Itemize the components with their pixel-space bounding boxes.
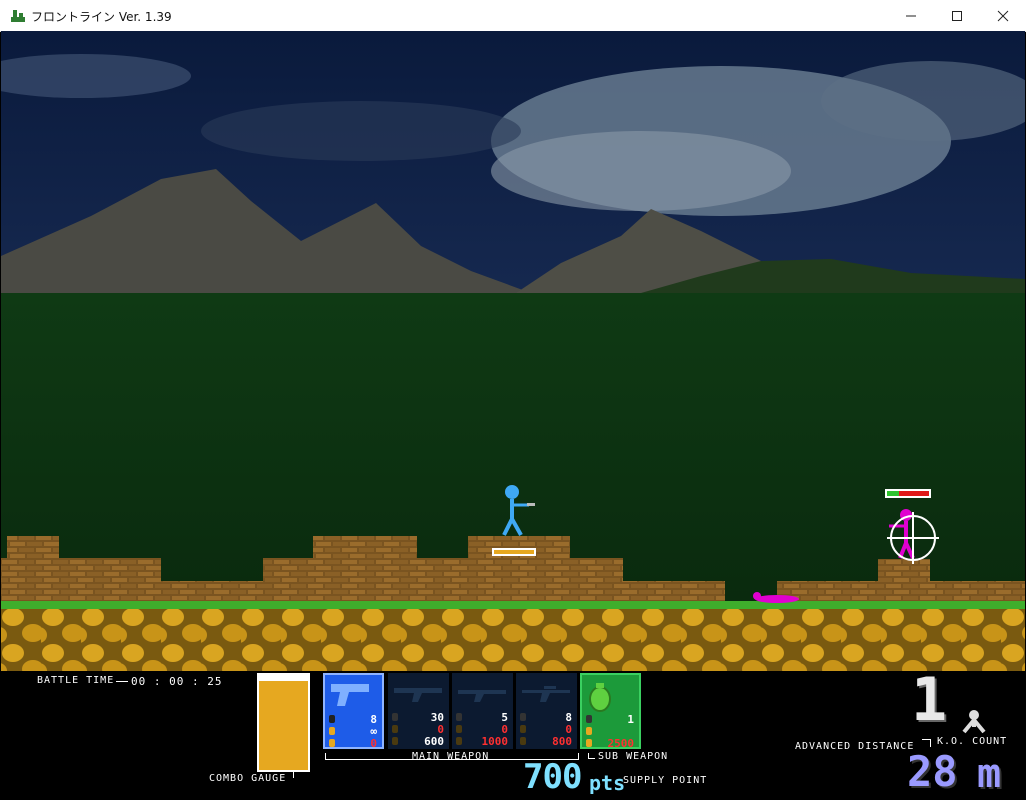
advanced-distance-unit: m bbox=[977, 751, 1002, 797]
grenade-icon bbox=[589, 683, 611, 712]
sniper-icon bbox=[522, 686, 570, 702]
close-button[interactable] bbox=[980, 0, 1026, 31]
combo-gauge-label: COMBO GAUGE bbox=[209, 773, 287, 784]
supply-points-unit: pts bbox=[589, 771, 626, 795]
pistol-icon bbox=[331, 684, 369, 706]
main-weapon-label: MAIN WEAPON bbox=[412, 751, 490, 762]
game-viewport[interactable]: BATTLE TIME 00 : 00 : 25 COMBO GAUGE 8 ∞… bbox=[1, 31, 1025, 799]
advanced-distance-label: ADVANCED DISTANCE bbox=[795, 741, 915, 752]
ko-icon bbox=[962, 710, 986, 734]
hud-panel: BATTLE TIME 00 : 00 : 25 COMBO GAUGE 8 ∞… bbox=[1, 665, 1025, 799]
enemy-health-bar bbox=[885, 489, 931, 498]
window-titlebar: フロントライン Ver. 1.39 bbox=[0, 0, 1026, 32]
ko-count-value: 1 bbox=[911, 665, 948, 735]
supply-point-label: SUPPLY POINT bbox=[623, 775, 708, 786]
battle-time-label: BATTLE TIME bbox=[37, 675, 115, 686]
supply-points-value: 700 bbox=[523, 757, 582, 797]
window-title: フロントライン Ver. 1.39 bbox=[31, 10, 172, 24]
app-icon bbox=[11, 10, 25, 22]
battlefield-scene bbox=[1, 31, 1025, 671]
grass-strip bbox=[1, 601, 1025, 609]
ko-count-label: K.O. COUNT bbox=[937, 736, 1008, 747]
minimize-button[interactable] bbox=[888, 0, 934, 31]
advanced-distance-value: 28 bbox=[907, 747, 958, 796]
main-weapon-slot-sniper[interactable]: 8 0 800 bbox=[516, 673, 577, 749]
rock-ground bbox=[1, 609, 1025, 671]
rifle-icon bbox=[394, 688, 442, 702]
close-icon bbox=[997, 10, 1009, 21]
combo-gauge bbox=[257, 673, 310, 772]
sub-weapon-label: SUB WEAPON bbox=[598, 751, 669, 762]
maximize-button[interactable] bbox=[934, 0, 980, 31]
minimize-icon bbox=[906, 15, 916, 16]
maximize-icon bbox=[952, 10, 962, 21]
player-health-bar bbox=[492, 548, 536, 556]
main-weapon-slot-shotgun[interactable]: 5 0 1000 bbox=[452, 673, 513, 749]
main-weapon-slot-rifle[interactable]: 30 0 600 bbox=[388, 673, 449, 749]
shotgun-icon bbox=[458, 690, 506, 702]
sub-weapon-slot-grenade[interactable]: 1 2500 bbox=[580, 673, 641, 750]
battle-time-value: 00 : 00 : 25 bbox=[131, 675, 223, 688]
combo-gauge-fill bbox=[259, 681, 308, 770]
main-weapon-slot-pistol[interactable]: 8 ∞ 0 bbox=[323, 673, 384, 750]
